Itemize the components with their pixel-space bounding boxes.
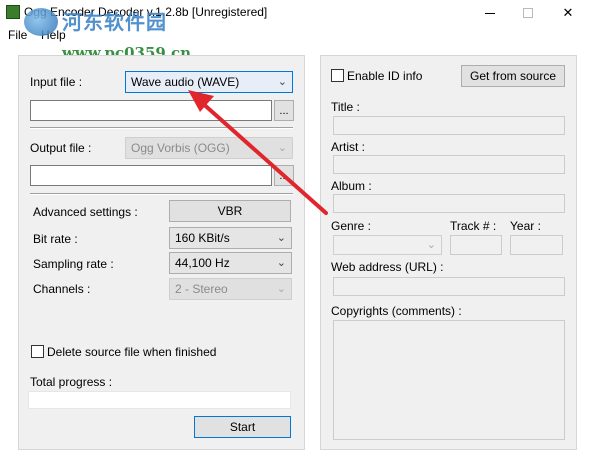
annotation-arrow-icon <box>188 90 328 215</box>
